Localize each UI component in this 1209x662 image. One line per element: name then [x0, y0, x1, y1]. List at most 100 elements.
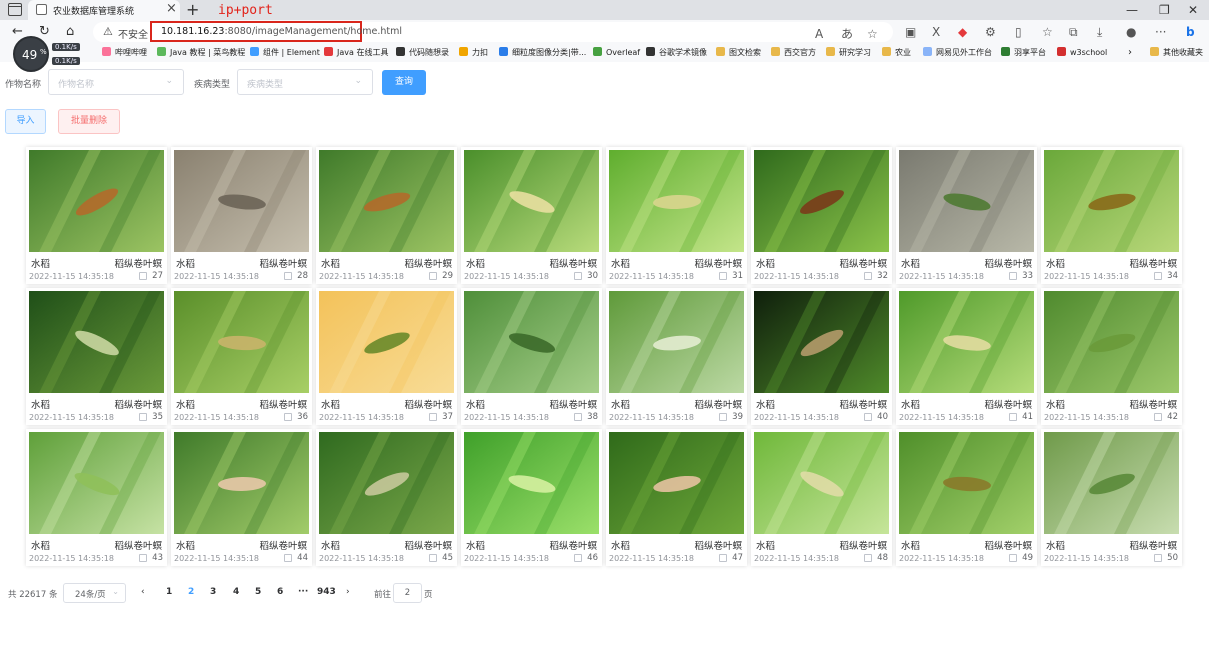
reload-icon[interactable]: ↻ — [39, 24, 50, 40]
network-speed-widget[interactable]: 49% — [13, 36, 49, 72]
select-checkbox[interactable] — [139, 554, 147, 562]
import-button[interactable]: 导入 — [5, 109, 46, 134]
image-card[interactable]: 水稻 稻纵卷叶螟 2022-11-15 14:35:18 41 — [896, 288, 1037, 425]
bookmark-w3school[interactable]: w3school — [1057, 47, 1107, 59]
select-checkbox[interactable] — [139, 272, 147, 280]
image-card[interactable]: 水稻 稻纵卷叶螟 2022-11-15 14:35:18 43 — [26, 429, 167, 566]
page-number[interactable]: 1 — [166, 587, 172, 597]
new-tab-icon[interactable]: + — [186, 0, 199, 20]
image-card[interactable]: 水稻 稻纵卷叶螟 2022-11-15 14:35:18 28 — [171, 147, 312, 284]
pest-photo[interactable] — [754, 291, 889, 393]
pest-photo[interactable] — [1044, 291, 1179, 393]
bing-icon[interactable]: b — [1186, 24, 1195, 40]
address-bar[interactable]: ⚠ 不安全 10.181.16.23:8080/imageManagement/… — [93, 21, 893, 42]
image-card[interactable]: 水稻 稻纵卷叶螟 2022-11-15 14:35:18 45 — [316, 429, 457, 566]
image-card[interactable]: 水稻 稻纵卷叶螟 2022-11-15 14:35:18 36 — [171, 288, 312, 425]
pest-photo[interactable] — [609, 150, 744, 252]
bookmark-yuxiang[interactable]: 羽享平台 — [1001, 47, 1046, 59]
prev-page-icon[interactable]: ‹ — [141, 587, 145, 597]
image-card[interactable]: 水稻 稻纵卷叶螟 2022-11-15 14:35:18 30 — [461, 147, 602, 284]
bookmark-netease[interactable]: 网易见外工作台 — [923, 47, 992, 59]
image-card[interactable]: 水稻 稻纵卷叶螟 2022-11-15 14:35:18 40 — [751, 288, 892, 425]
home-icon[interactable]: ⌂ — [66, 24, 74, 40]
bookmark-runoob[interactable]: Java 教程 | 菜鸟教程 — [157, 47, 245, 59]
select-checkbox[interactable] — [1154, 272, 1162, 280]
select-checkbox[interactable] — [719, 554, 727, 562]
page-number[interactable]: 6 — [277, 587, 283, 597]
bookmark-code-notes[interactable]: 代码随想录 — [396, 47, 449, 59]
bookmark-java-tools[interactable]: Java 在线工具 — [324, 47, 388, 59]
batch-delete-button[interactable]: 批量删除 — [58, 109, 120, 134]
image-card[interactable]: 水稻 稻纵卷叶螟 2022-11-15 14:35:18 42 — [1041, 288, 1182, 425]
select-checkbox[interactable] — [1009, 413, 1017, 421]
pest-photo[interactable] — [609, 432, 744, 534]
select-checkbox[interactable] — [1009, 554, 1017, 562]
pest-photo[interactable] — [899, 291, 1034, 393]
red-extension-icon[interactable]: ◆ — [958, 24, 967, 40]
bookmark-folder[interactable]: 农业 — [882, 47, 911, 59]
image-card[interactable]: 水稻 稻纵卷叶螟 2022-11-15 14:35:18 35 — [26, 288, 167, 425]
bookmark-folder[interactable]: 研究学习 — [826, 47, 871, 59]
bookmark-leetcode[interactable]: 力扣 — [459, 47, 488, 59]
select-checkbox[interactable] — [574, 413, 582, 421]
image-card[interactable]: 水稻 稻纵卷叶螟 2022-11-15 14:35:18 48 — [751, 429, 892, 566]
x-extension-icon[interactable]: X — [932, 24, 940, 40]
pest-photo[interactable] — [754, 432, 889, 534]
url-text[interactable]: 10.181.16.23:8080/imageManagement/home.h… — [161, 26, 402, 37]
select-checkbox[interactable] — [284, 413, 292, 421]
image-card[interactable]: 水稻 稻纵卷叶螟 2022-11-15 14:35:18 39 — [606, 288, 747, 425]
select-checkbox[interactable] — [864, 272, 872, 280]
downloads-icon[interactable]: ⤓ — [1097, 24, 1102, 40]
bookmark-scholar[interactable]: 谷歌学术镜像 — [646, 47, 707, 59]
pest-photo[interactable] — [464, 432, 599, 534]
crop-select[interactable]: 作物名称 ⌄ — [48, 69, 184, 95]
page-size-select[interactable]: 24条/页 ⌄ — [63, 583, 126, 603]
page-number[interactable]: 3 — [210, 587, 216, 597]
select-checkbox[interactable] — [574, 272, 582, 280]
pest-photo[interactable] — [29, 432, 164, 534]
select-checkbox[interactable] — [284, 272, 292, 280]
bookmark-element[interactable]: 组件 | Element — [250, 47, 320, 59]
translate-icon[interactable]: あ — [841, 26, 853, 42]
not-secure-label[interactable]: 不安全 — [118, 26, 148, 41]
bookmark-fgvc[interactable]: 细粒度图像分类|带... — [499, 47, 586, 59]
image-card[interactable]: 水稻 稻纵卷叶螟 2022-11-15 14:35:18 49 — [896, 429, 1037, 566]
select-checkbox[interactable] — [429, 554, 437, 562]
disease-select[interactable]: 疾病类型 ⌄ — [237, 69, 373, 95]
page-number-last[interactable]: 943 — [317, 587, 336, 597]
pest-photo[interactable] — [319, 150, 454, 252]
pest-photo[interactable] — [464, 150, 599, 252]
page-number[interactable]: 5 — [255, 587, 261, 597]
favorite-star-icon[interactable]: ☆ — [867, 26, 878, 42]
select-checkbox[interactable] — [429, 413, 437, 421]
favorites-icon[interactable]: ☆ — [1042, 24, 1053, 40]
bookmarks-more-icon[interactable]: › — [1128, 47, 1132, 59]
bookmark-folder[interactable]: 图文检索 — [716, 47, 761, 59]
extensions-icon[interactable]: ⚙ — [985, 24, 996, 40]
minimize-icon[interactable]: — — [1126, 2, 1138, 18]
image-card[interactable]: 水稻 稻纵卷叶螟 2022-11-15 14:35:18 46 — [461, 429, 602, 566]
pest-photo[interactable] — [319, 432, 454, 534]
read-aloud-icon[interactable]: A — [815, 26, 823, 42]
image-card[interactable]: 水稻 稻纵卷叶螟 2022-11-15 14:35:18 32 — [751, 147, 892, 284]
next-page-icon[interactable]: › — [346, 587, 350, 597]
image-card[interactable]: 水稻 稻纵卷叶螟 2022-11-15 14:35:18 31 — [606, 147, 747, 284]
image-card[interactable]: 水稻 稻纵卷叶螟 2022-11-15 14:35:18 50 — [1041, 429, 1182, 566]
select-checkbox[interactable] — [864, 413, 872, 421]
bookmark-bilibili[interactable]: 哔哩哔哩 — [102, 47, 147, 59]
tab-close-icon[interactable]: × — [166, 2, 177, 16]
pest-photo[interactable] — [1044, 150, 1179, 252]
pest-photo[interactable] — [174, 291, 309, 393]
pest-photo[interactable] — [29, 150, 164, 252]
select-checkbox[interactable] — [864, 554, 872, 562]
image-card[interactable]: 水稻 稻纵卷叶螟 2022-11-15 14:35:18 37 — [316, 288, 457, 425]
page-number[interactable]: 4 — [233, 587, 239, 597]
select-checkbox[interactable] — [139, 413, 147, 421]
image-card[interactable]: 水稻 稻纵卷叶螟 2022-11-15 14:35:18 47 — [606, 429, 747, 566]
tab-actions-icon[interactable] — [8, 3, 22, 16]
page-ellipsis[interactable]: ··· — [298, 587, 308, 597]
more-menu-icon[interactable]: ··· — [1155, 24, 1166, 40]
pest-photo[interactable] — [29, 291, 164, 393]
image-card[interactable]: 水稻 稻纵卷叶螟 2022-11-15 14:35:18 27 — [26, 147, 167, 284]
browser-tab[interactable]: 农业数据库管理系统 × — [28, 0, 180, 20]
